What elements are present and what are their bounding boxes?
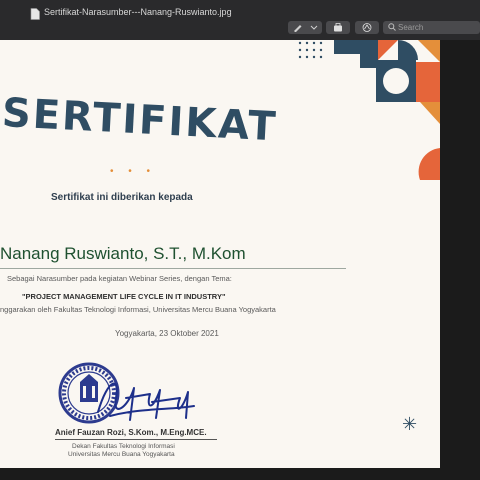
window-titlebar: Sertifikat-Narasumber---Nanang-Ruswianto… — [0, 0, 480, 40]
signature-button[interactable] — [355, 21, 379, 34]
briefcase-icon — [334, 23, 342, 32]
ornament-dots: • • • — [110, 166, 157, 177]
search-field[interactable] — [383, 21, 480, 34]
webinar-theme: "PROJECT MANAGEMENT LIFE CYCLE IN IT IND… — [22, 292, 226, 301]
window-background-bottom — [0, 468, 440, 480]
given-to-text: Sertifikat ini diberikan kepada — [51, 192, 193, 203]
document-icon — [30, 8, 40, 20]
signer-name: Anief Fauzan Rozi, S.Kom., M.Eng.MCE. — [55, 428, 207, 437]
signature-line — [55, 439, 217, 440]
window-title: Sertifikat-Narasumber---Nanang-Ruswianto… — [44, 7, 232, 17]
window-background-right — [440, 40, 480, 480]
role-line: Sebagai Narasumber pada kegiatan Webinar… — [7, 274, 232, 283]
organizer-line: nggarakan oleh Fakultas Teknologi Inform… — [0, 305, 276, 314]
asterisk-icon: ✳ — [402, 414, 418, 434]
share-button[interactable] — [326, 21, 350, 34]
signer-title: Dekan Fakultas Teknologi Informasi — [72, 443, 175, 450]
handwritten-signature — [97, 382, 195, 421]
search-input[interactable] — [398, 21, 478, 34]
date-location: Yogyakarta, 23 Oktober 2021 — [115, 329, 219, 338]
markup-button[interactable] — [288, 21, 322, 34]
search-icon — [388, 23, 396, 31]
name-underline — [0, 268, 346, 269]
certificate-image: SERTIFIKAT • • • Sertifikat ini diberika… — [0, 40, 440, 468]
signer-university: Universitas Mercu Buana Yogyakarta — [68, 451, 175, 458]
signature-icon — [362, 23, 372, 32]
pen-icon — [294, 25, 318, 32]
recipient-name: Nanang Ruswianto, S.T., M.Kom — [0, 244, 246, 263]
